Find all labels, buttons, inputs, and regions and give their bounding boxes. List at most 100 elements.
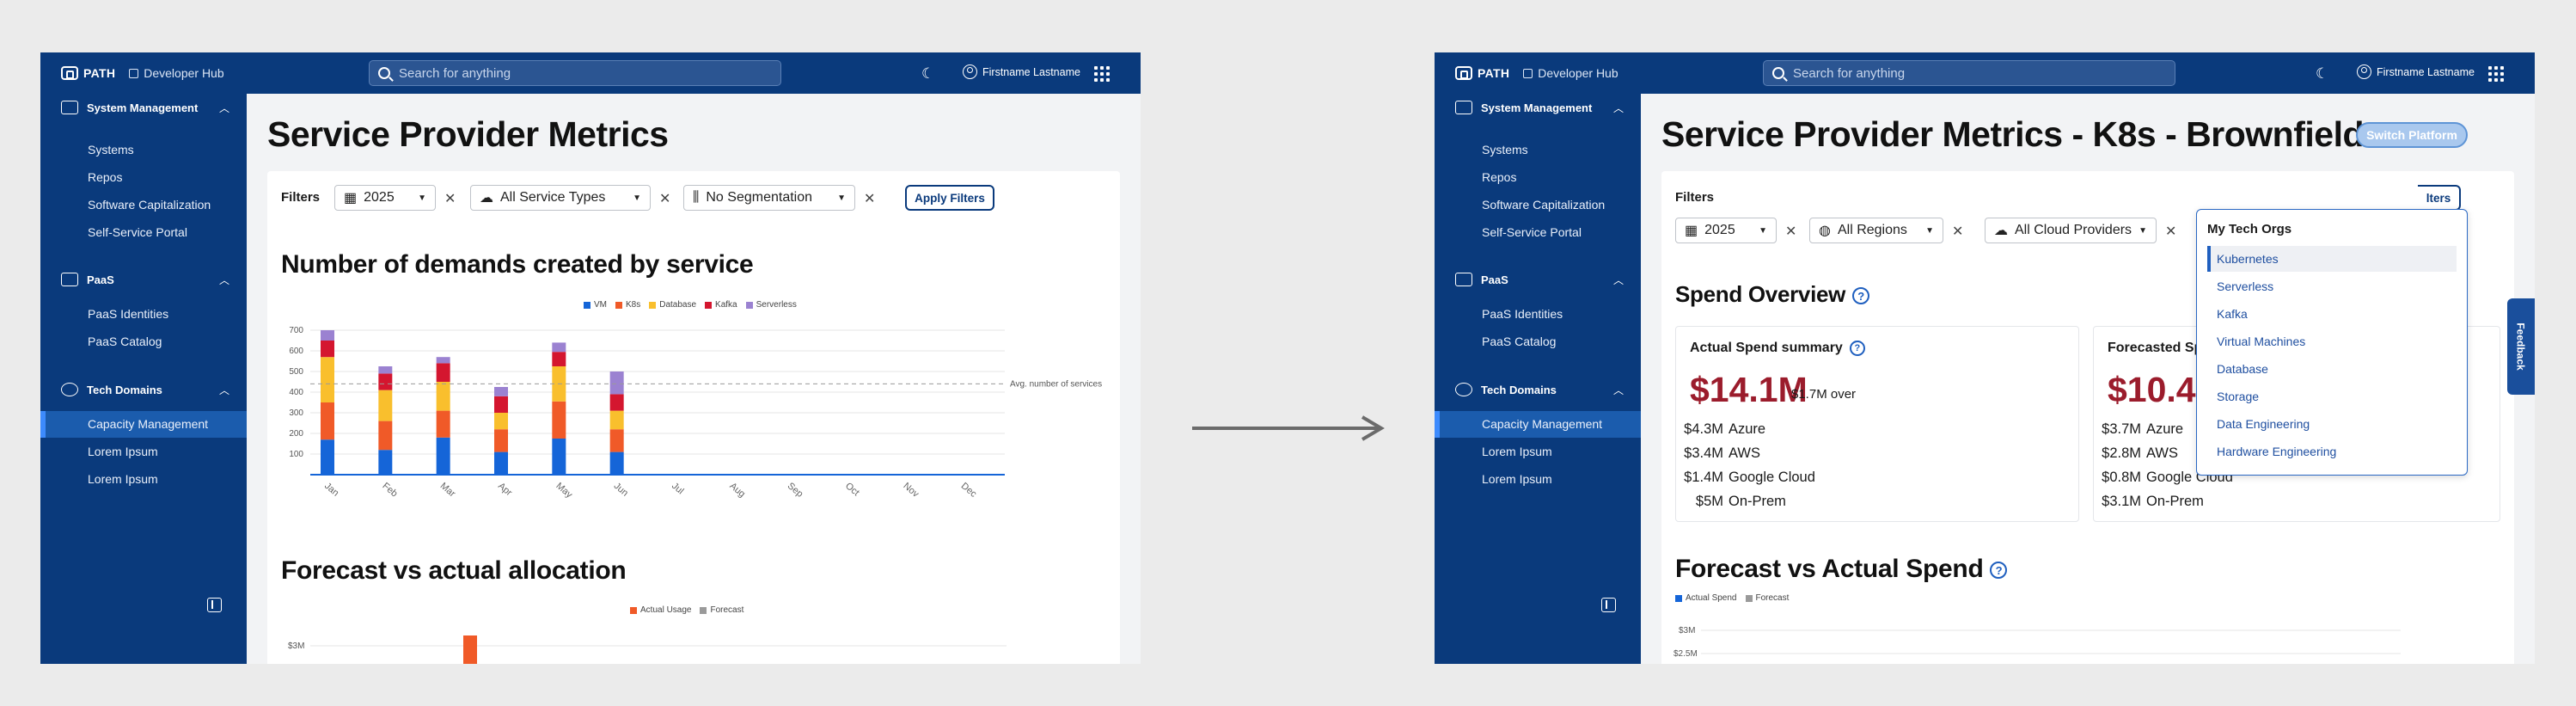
cloud-provider-select[interactable]: ☁ All Cloud Providers ▼ xyxy=(1985,218,2157,243)
collapse-sidebar-icon[interactable] xyxy=(1601,598,1616,612)
y-tick-label: 100 xyxy=(289,450,303,459)
sidebar-item-systems[interactable]: Systems xyxy=(1482,143,1528,157)
x-tick-label: Jul xyxy=(670,481,685,496)
actual-total: $14.1M xyxy=(1690,370,1808,409)
sidebar-item-paas-catalog[interactable]: PaaS Catalog xyxy=(1482,335,1556,348)
sidebar-item-capacity-management[interactable]: Capacity Management xyxy=(88,417,208,431)
apps-grid-icon[interactable] xyxy=(1094,66,1110,82)
sidebar-item-lorem-ipsum-2[interactable]: Lorem Ipsum xyxy=(88,472,158,486)
sidebar-item-capacity-management[interactable]: Capacity Management xyxy=(1482,417,1602,431)
system-icon xyxy=(61,101,78,114)
apply-filters-button[interactable]: lters xyxy=(2418,185,2461,211)
search-input[interactable] xyxy=(1793,65,2154,81)
dropdown-item-hardware-engineering[interactable]: Hardware Engineering xyxy=(2207,439,2457,464)
developer-hub-link[interactable]: Developer Hub xyxy=(129,66,224,80)
clear-year-button[interactable]: ✕ xyxy=(1785,223,1796,240)
year-select[interactable]: ▦ 2025 ▼ xyxy=(1675,218,1777,243)
year-select[interactable]: ▦ 2025 ▼ xyxy=(334,185,436,211)
sidebar-item-lorem-ipsum[interactable]: Lorem Ipsum xyxy=(1482,445,1552,458)
developer-hub-link[interactable]: Developer Hub xyxy=(1523,66,1618,80)
clear-year-button[interactable]: ✕ xyxy=(444,190,456,207)
x-tick-label: Mar xyxy=(438,481,457,500)
sidebar-item-systems[interactable]: Systems xyxy=(88,143,134,157)
segmentation-select[interactable]: ⫼ No Segmentation ▼ xyxy=(683,185,855,211)
sidebar-section-tech-domains[interactable]: Tech Domains ︿ xyxy=(1455,383,1624,396)
user-menu[interactable]: Firstname Lastname xyxy=(2357,64,2475,79)
clear-region-button[interactable]: ✕ xyxy=(1952,223,1963,240)
help-icon[interactable]: ? xyxy=(1852,287,1870,305)
dropdown-item-data-engineering[interactable]: Data Engineering xyxy=(2207,411,2457,437)
actual-row-on-prem: $5M On-Prem xyxy=(1695,494,1786,509)
logo[interactable]: PATH Developer Hub xyxy=(1455,64,1618,82)
forecast-row-azure: $3.7M Azure xyxy=(2102,421,2184,437)
help-icon[interactable]: ? xyxy=(1849,341,1865,356)
main-content: Service Provider Metrics - K8s - Brownfi… xyxy=(1641,94,2535,664)
moon-icon[interactable]: ☾ xyxy=(2316,65,2328,83)
calendar-icon: ▦ xyxy=(344,191,358,206)
collapse-sidebar-icon[interactable] xyxy=(207,598,222,612)
moon-icon[interactable]: ☾ xyxy=(921,65,934,83)
bar-segment-kafka xyxy=(609,394,624,411)
sidebar-item-software-capitalization[interactable]: Software Capitalization xyxy=(88,198,211,212)
search-input[interactable] xyxy=(399,65,760,81)
fva-tick: $2.5M xyxy=(1673,649,1698,659)
sidebar-section-tech-domains[interactable]: Tech Domains ︿ xyxy=(61,383,229,396)
clear-service-button[interactable]: ✕ xyxy=(659,190,670,207)
section-title: Tech Domains xyxy=(87,383,162,396)
clear-cloud-button[interactable]: ✕ xyxy=(2165,223,2176,240)
help-icon[interactable]: ? xyxy=(1990,562,2008,580)
chevron-up-icon: ︿ xyxy=(218,274,229,286)
apps-grid-icon[interactable] xyxy=(2488,66,2504,82)
sidebar-item-repos[interactable]: Repos xyxy=(88,170,122,184)
bar-segment-k8s xyxy=(321,402,334,440)
user-icon xyxy=(2357,64,2371,79)
switch-platform-button[interactable]: Switch Platform xyxy=(2356,122,2468,148)
bar-segment-k8s xyxy=(378,421,393,451)
bar-segment-k8s xyxy=(436,410,450,438)
sidebar-item-self-service-portal[interactable]: Self-Service Portal xyxy=(1482,225,1582,239)
sidebar-section-paas[interactable]: PaaS ︿ xyxy=(61,273,229,286)
feedback-tab[interactable]: Feedback xyxy=(2507,298,2535,395)
bar-segment-serverless xyxy=(494,387,508,396)
apply-filters-button[interactable]: Apply Filters xyxy=(905,185,994,211)
search-bar[interactable] xyxy=(1763,60,2175,86)
service-type-select[interactable]: ☁ All Service Types ▼ xyxy=(470,185,651,211)
sidebar-item-self-service-portal[interactable]: Self-Service Portal xyxy=(88,225,187,239)
sidebar-item-software-capitalization[interactable]: Software Capitalization xyxy=(1482,198,1605,212)
sidebar-item-repos[interactable]: Repos xyxy=(1482,170,1516,184)
logo[interactable]: PATH Developer Hub xyxy=(61,64,224,82)
sidebar-section-system-management[interactable]: System Management ︿ xyxy=(1455,101,1624,114)
dropdown-item-virtual-machines[interactable]: Virtual Machines xyxy=(2207,328,2457,354)
dropdown-item-serverless[interactable]: Serverless xyxy=(2207,273,2457,299)
dropdown-item-kafka[interactable]: Kafka xyxy=(2207,301,2457,327)
sidebar: System Management ︿ Systems Repos Softwar… xyxy=(1435,94,1641,664)
clear-segmentation-button[interactable]: ✕ xyxy=(864,190,875,207)
sidebar-section-system-management[interactable]: System Management ︿ xyxy=(61,101,229,114)
dropdown-item-database[interactable]: Database xyxy=(2207,356,2457,382)
bar-segment-database xyxy=(494,413,508,430)
system-icon xyxy=(1455,101,1472,114)
x-tick-label: Sep xyxy=(786,481,805,500)
average-line-label: Avg. number of services xyxy=(1010,379,1102,389)
sidebar-item-paas-identities[interactable]: PaaS Identities xyxy=(88,307,168,321)
sidebar-item-paas-identities[interactable]: PaaS Identities xyxy=(1482,307,1563,321)
brand-name: PATH xyxy=(83,66,116,80)
search-bar[interactable] xyxy=(369,60,781,86)
region-select[interactable]: ◍ All Regions ▼ xyxy=(1809,218,1943,243)
sidebar-item-lorem-ipsum[interactable]: Lorem Ipsum xyxy=(88,445,158,458)
dropdown-item-storage[interactable]: Storage xyxy=(2207,384,2457,409)
bar-segment-k8s xyxy=(494,429,508,452)
user-menu[interactable]: Firstname Lastname xyxy=(963,64,1080,79)
bar-segment-vm xyxy=(494,451,508,475)
sidebar-item-paas-catalog[interactable]: PaaS Catalog xyxy=(88,335,162,348)
sliders-icon: ⫼ xyxy=(693,190,700,205)
forecast-chart: $3M xyxy=(288,635,1007,664)
sidebar-item-lorem-ipsum-2[interactable]: Lorem Ipsum xyxy=(1482,472,1552,486)
path-logo-icon xyxy=(1455,66,1472,80)
dropdown-item-kubernetes[interactable]: Kubernetes xyxy=(2207,246,2457,272)
globe-icon: ◍ xyxy=(1819,224,1831,238)
x-tick-label: Jun xyxy=(612,481,630,499)
x-tick-label: Jan xyxy=(322,481,340,499)
chevron-up-icon: ︿ xyxy=(1612,384,1624,396)
sidebar-section-paas[interactable]: PaaS ︿ xyxy=(1455,273,1624,286)
